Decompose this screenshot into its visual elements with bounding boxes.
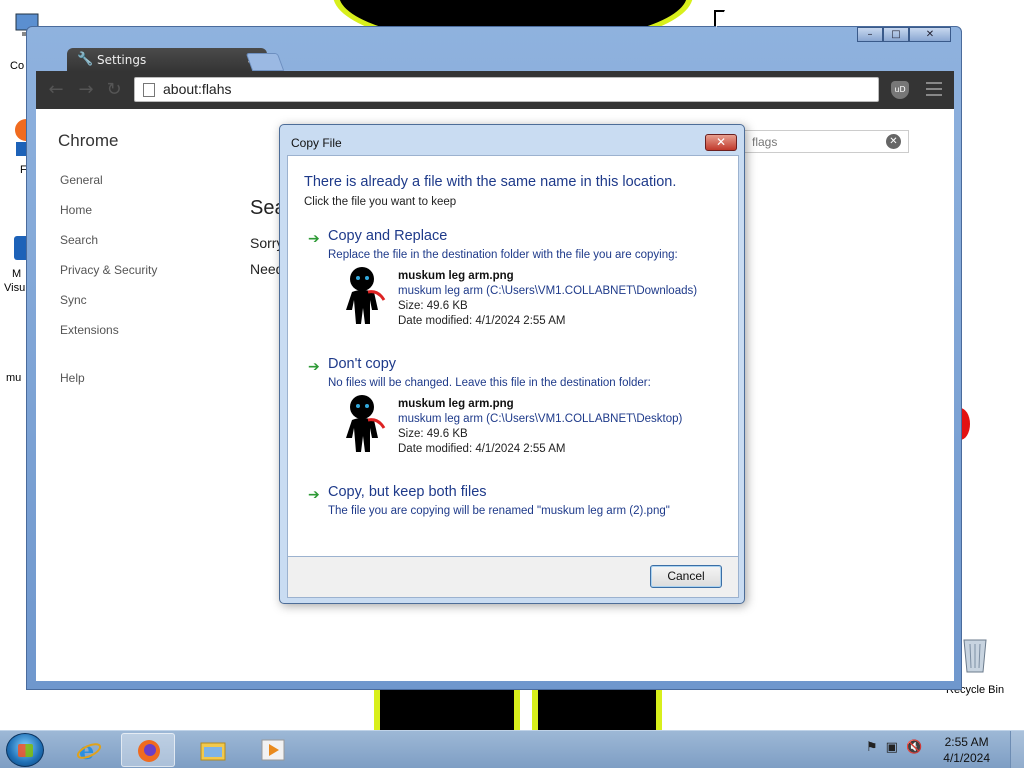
back-icon[interactable]: ←	[46, 80, 66, 100]
option-description: Replace the file in the destination fold…	[328, 249, 678, 261]
option-title: Copy and Replace	[328, 228, 448, 244]
green-arrow-icon: ➔	[308, 487, 320, 503]
show-desktop-button[interactable]	[1010, 731, 1024, 768]
forward-icon[interactable]: →	[76, 80, 96, 100]
file-thumbnail-icon	[346, 267, 386, 324]
close-window-button[interactable]: ✕	[909, 27, 951, 42]
clock-date: 4/1/2024	[943, 751, 990, 765]
volume-muted-icon[interactable]: 🔇	[906, 740, 922, 755]
sidebar-item-search[interactable]: Search	[60, 233, 98, 247]
taskbar-media-player[interactable]	[246, 733, 300, 767]
file-thumbnail-icon	[346, 395, 386, 452]
desktop-label-visual: Visu	[4, 282, 26, 294]
option-keep-both[interactable]: ➔ Copy, but keep both files The file you…	[308, 484, 728, 524]
taskbar-file-explorer[interactable]	[186, 733, 240, 767]
search-value: flags	[752, 135, 778, 149]
clock[interactable]: 2:55 AM 4/1/2024	[943, 734, 990, 766]
taskbar-internet-explorer[interactable]: e	[62, 733, 116, 767]
sidebar-item-general[interactable]: General	[60, 173, 103, 187]
dialog-title: Copy File	[291, 136, 342, 150]
green-arrow-icon: ➔	[308, 359, 320, 375]
file-date-modified: Date modified: 4/1/2024 2:55 AM	[398, 315, 566, 327]
start-button[interactable]	[6, 733, 44, 767]
mouse-cursor-icon	[714, 10, 725, 30]
dialog-body: There is already a file with the same na…	[287, 155, 739, 557]
file-explorer-icon	[200, 742, 226, 761]
clear-search-icon[interactable]: ✕	[886, 134, 901, 149]
cancel-button[interactable]: Cancel	[650, 565, 722, 588]
tab-title: Settings	[97, 53, 147, 67]
option-description: No files will be changed. Leave this fil…	[328, 377, 651, 389]
desktop-label-file: mu	[6, 372, 22, 384]
file-path: muskum leg arm (C:\Users\VM1.COLLABNET\D…	[398, 285, 698, 297]
option-title: Don't copy	[328, 356, 397, 372]
settings-title: Chrome	[58, 131, 119, 150]
reload-icon[interactable]: ↻	[104, 80, 124, 100]
sidebar-item-sync[interactable]: Sync	[60, 293, 87, 307]
address-text: about:flahs	[163, 81, 232, 97]
file-size: Size: 49.6 KB	[398, 428, 468, 440]
wallpaper-shape-left-leg	[374, 688, 520, 730]
wrench-icon: 🔧	[77, 52, 94, 67]
sidebar-item-privacy[interactable]: Privacy & Security	[60, 263, 157, 277]
file-info: muskum leg arm.png muskum leg arm (C:\Us…	[398, 269, 697, 329]
firefox-icon	[138, 740, 160, 762]
window-controls: – □ ✕	[857, 27, 951, 42]
sidebar-item-home[interactable]: Home	[60, 203, 92, 217]
taskbar-firefox[interactable]	[121, 733, 175, 767]
sidebar-item-extensions[interactable]: Extensions	[60, 323, 119, 337]
page-icon	[143, 83, 155, 97]
file-name: muskum leg arm.png	[398, 270, 514, 282]
wallpaper-shape-right-leg	[532, 688, 662, 730]
network-icon[interactable]: ▣	[886, 740, 898, 755]
option-title: Copy, but keep both files	[328, 484, 487, 500]
dialog-heading: There is already a file with the same na…	[304, 174, 677, 190]
copy-file-dialog: Copy File ✕ There is already a file with…	[279, 124, 745, 604]
file-name: muskum leg arm.png	[398, 398, 514, 410]
browser-toolbar: ← → ↻ about:flahs uD	[36, 71, 954, 109]
system-tray: ⚑ ▣ 🔇	[866, 740, 922, 755]
green-arrow-icon: ➔	[308, 231, 320, 247]
menu-icon[interactable]	[926, 82, 942, 96]
tab-settings[interactable]: 🔧 Settings ×	[67, 48, 267, 72]
minimize-button[interactable]: –	[857, 27, 883, 42]
desktop-label-app: M	[12, 268, 22, 280]
dialog-footer: Cancel	[287, 557, 739, 598]
desktop-label-computer: Co	[10, 60, 25, 72]
option-description: The file you are copying will be renamed…	[328, 505, 670, 517]
clock-time: 2:55 AM	[944, 735, 989, 749]
dialog-subheading: Click the file you want to keep	[304, 196, 457, 208]
option-dont-copy[interactable]: ➔ Don't copy No files will be changed. L…	[308, 356, 728, 466]
media-player-icon	[261, 739, 285, 761]
taskbar: e ⚑ ▣ 🔇 2:55 AM 4/1/2024	[0, 730, 1024, 768]
address-bar[interactable]: about:flahs	[134, 77, 879, 102]
option-copy-and-replace[interactable]: ➔ Copy and Replace Replace the file in t…	[308, 228, 728, 338]
file-size: Size: 49.6 KB	[398, 300, 468, 312]
flag-icon[interactable]: ⚑	[866, 740, 878, 755]
dialog-close-button[interactable]: ✕	[705, 134, 737, 151]
file-date-modified: Date modified: 4/1/2024 2:55 AM	[398, 443, 566, 455]
maximize-button[interactable]: □	[883, 27, 909, 42]
recycle-bin-icon[interactable]	[958, 632, 992, 673]
ublock-extension-icon[interactable]: uD	[891, 81, 909, 99]
sidebar-item-help[interactable]: Help	[60, 371, 85, 385]
settings-search-input[interactable]: flags ✕	[741, 130, 909, 153]
file-info: muskum leg arm.png muskum leg arm (C:\Us…	[398, 397, 682, 457]
internet-explorer-icon: e	[76, 738, 102, 762]
file-path: muskum leg arm (C:\Users\VM1.COLLABNET\D…	[398, 413, 683, 425]
new-tab-button[interactable]	[245, 53, 285, 71]
